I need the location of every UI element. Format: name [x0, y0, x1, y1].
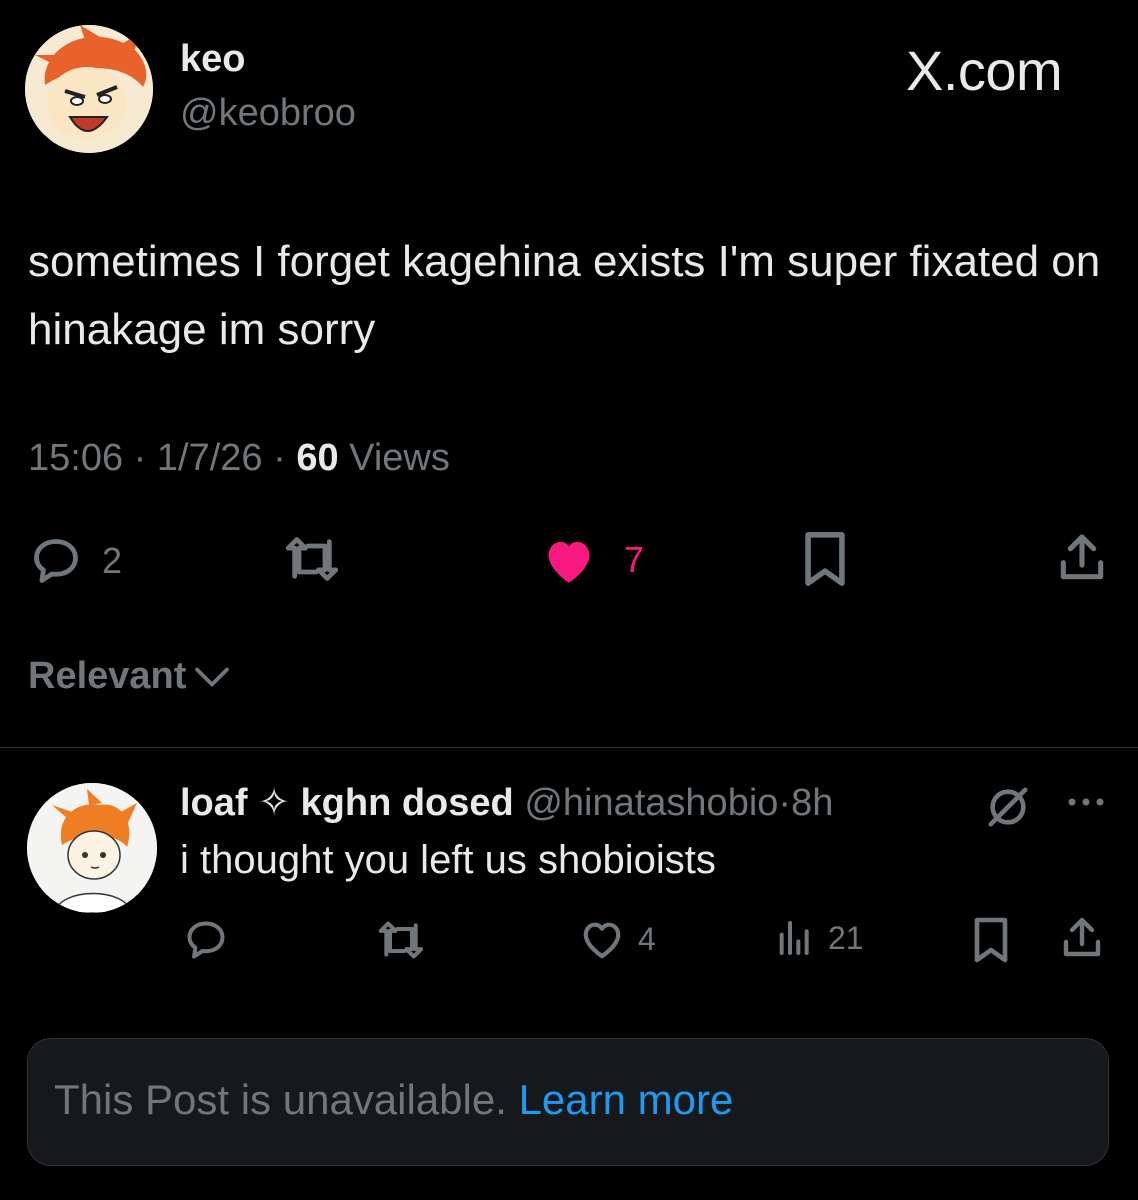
reply-author-handle[interactable]: @hinatashobio [524, 782, 778, 824]
unavailable-message: This Post is unavailable. [54, 1076, 507, 1123]
grok-icon [988, 787, 1028, 827]
reply-avatar[interactable] [27, 783, 157, 913]
reply-share-button[interactable] [1058, 914, 1106, 962]
heart-filled-icon [548, 541, 590, 583]
post-date: 1/7/26 [156, 437, 263, 479]
author-handle[interactable]: @keobroo [180, 92, 356, 135]
reply-like-count: 4 [638, 920, 656, 957]
more-icon [1068, 798, 1104, 806]
sort-label: Relevant [28, 655, 187, 697]
post-meta: 15:06 · 1/7/26 · 60 Views [28, 437, 450, 479]
heart-icon [583, 922, 621, 959]
repost-button[interactable] [280, 533, 344, 585]
more-options-button[interactable] [1064, 795, 1108, 809]
reply-views-count: 21 [828, 919, 864, 956]
reply-button[interactable]: 2 [28, 535, 122, 587]
bookmark-icon [974, 917, 1008, 963]
post-text: sometimes I forget kagehina exists I'm s… [28, 237, 1101, 354]
brand-logo: X.com [906, 39, 1063, 102]
reply-count: 2 [102, 540, 123, 581]
reply-like-button[interactable]: 4 [578, 918, 656, 960]
reply-header: loaf ✧ kghn dosed @hinatashobio·8h [180, 782, 834, 824]
reply-reply-button[interactable] [182, 918, 230, 962]
views-label: Views [349, 437, 450, 479]
reply-views-button[interactable]: 21 [774, 918, 864, 958]
share-button[interactable] [1054, 530, 1110, 586]
divider [0, 747, 1138, 748]
comment-icon [187, 921, 225, 959]
reply-repost-button[interactable] [374, 918, 428, 962]
reply-author-name[interactable]: loaf ✧ kghn dosed [180, 782, 514, 824]
author-avatar[interactable] [25, 25, 153, 153]
share-icon [1060, 534, 1104, 580]
learn-more-link[interactable]: Learn more [519, 1076, 734, 1123]
reply-bookmark-button[interactable] [970, 916, 1012, 964]
views-count: 60 [296, 437, 339, 479]
views-icon [779, 921, 809, 955]
repost-icon [378, 921, 424, 959]
chevron-down-icon [195, 667, 230, 687]
sort-dropdown[interactable]: Relevant [28, 655, 230, 698]
bookmark-icon [805, 532, 845, 586]
grok-button[interactable] [985, 784, 1031, 830]
like-count: 7 [624, 539, 645, 580]
share-icon [1063, 917, 1101, 957]
reply-text: i thought you left us shobioists [180, 838, 716, 882]
bookmark-button[interactable] [800, 530, 850, 588]
repost-icon [285, 537, 339, 581]
post-time: 15:06 [28, 437, 124, 479]
author-name[interactable]: keo [180, 38, 245, 81]
like-button[interactable]: 7 [540, 535, 644, 585]
unavailable-text: This Post is unavailable. Learn more [54, 1076, 733, 1124]
reply-age: 8h [791, 782, 834, 824]
comment-icon [34, 539, 78, 583]
